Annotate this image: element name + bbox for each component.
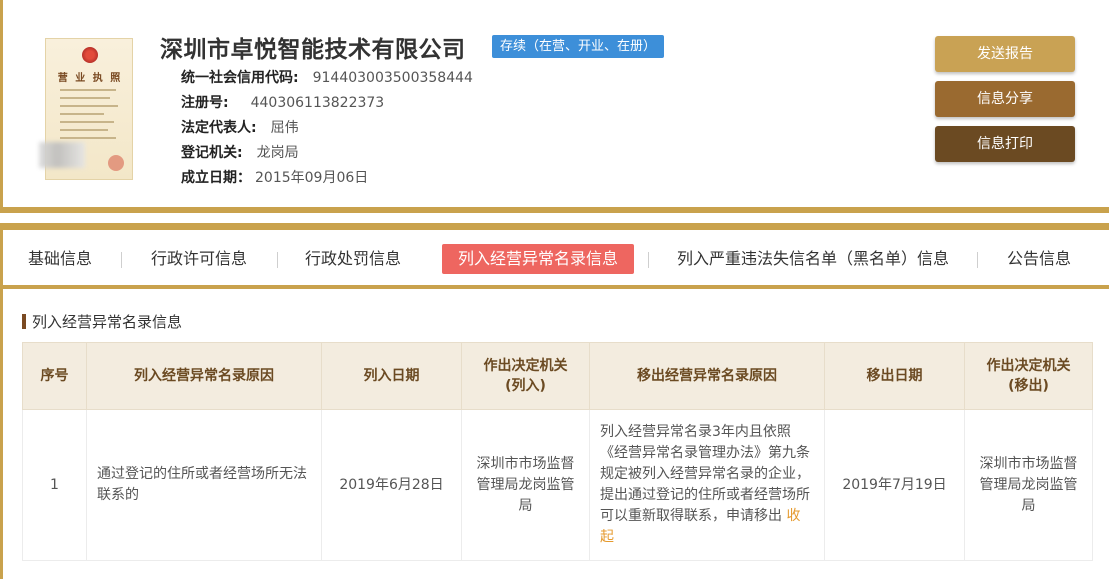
send-report-button[interactable]: 发送报告 xyxy=(935,36,1075,72)
tab-announcements[interactable]: 公告信息 xyxy=(1007,244,1071,274)
header-text: 作出决定机关 xyxy=(483,358,568,374)
license-text-line xyxy=(60,105,118,107)
info-credit-code: 统一社会信用代码: 914403003500358444 xyxy=(181,67,473,87)
reason-out-text: 列入经营异常名录3年内且依照《经营异常名录管理办法》第九条规定被列入经营异常名录… xyxy=(600,424,810,524)
info-registration-authority: 登记机关: 龙岗局 xyxy=(181,142,299,162)
print-info-button[interactable]: 信息打印 xyxy=(935,126,1075,162)
table-row: 1 通过登记的住所或者经营场所无法联系的 2019年6月28日 深圳市市场监督管… xyxy=(22,409,1093,561)
info-value: 屈伟 xyxy=(270,120,299,136)
company-header: 营 业 执 照 深圳市卓悦智能技术有限公司 存续（在营、开业、在册） 统一社会信… xyxy=(0,0,1109,209)
info-label: 登记机关: xyxy=(181,145,243,161)
col-header-authority-out: 作出决定机关 (移出) xyxy=(964,342,1093,410)
tab-admin-license[interactable]: 行政许可信息 xyxy=(151,244,247,274)
table-header-row: 序号 列入经营异常名录原因 列入日期 作出决定机关 (列入) 移出经营异常名录原因… xyxy=(22,342,1093,410)
info-value: 龙岗局 xyxy=(256,145,299,161)
col-header-date-out: 移出日期 xyxy=(824,342,965,410)
spacer xyxy=(0,213,1109,223)
tab-blacklist[interactable]: 列入严重违法失信名单（黑名单）信息 xyxy=(677,244,949,274)
info-legal-representative: 法定代表人: 屈伟 xyxy=(181,117,299,137)
national-emblem-icon xyxy=(82,47,98,63)
col-header-reason-in: 列入经营异常名录原因 xyxy=(86,342,322,410)
info-label: 法定代表人: xyxy=(181,120,257,136)
cell-date-out: 2019年7月19日 xyxy=(824,409,965,561)
info-registration-number: 注册号: 440306113822373 xyxy=(181,92,384,112)
col-header-reason-out: 移出经营异常名录原因 xyxy=(589,342,825,410)
info-label: 统一社会信用代码: xyxy=(181,70,299,86)
tab-separator xyxy=(648,252,649,268)
section-title-text: 列入经营异常名录信息 xyxy=(32,313,183,331)
cell-authority-out: 深圳市市场监督管理局龙岗监管局 xyxy=(964,409,1093,561)
cell-authority-in: 深圳市市场监督管理局龙岗监管局 xyxy=(461,409,590,561)
tab-separator xyxy=(121,252,122,268)
tab-abnormal-operations[interactable]: 列入经营异常名录信息 xyxy=(442,244,635,274)
col-header-date-in: 列入日期 xyxy=(321,342,462,410)
info-establishment-date: 成立日期： 2015年09月06日 xyxy=(181,167,368,187)
tab-separator xyxy=(277,252,278,268)
cell-reason-in: 通过登记的住所或者经营场所无法联系的 xyxy=(86,409,322,561)
info-value: 914403003500358444 xyxy=(312,70,473,86)
header-text: (列入) xyxy=(505,378,546,394)
tab-admin-penalty[interactable]: 行政处罚信息 xyxy=(305,244,401,274)
tab-bar: 基础信息 行政许可信息 行政处罚信息 列入经营异常名录信息 列入严重违法失信名单… xyxy=(0,230,1109,285)
info-value: 440306113822373 xyxy=(250,95,385,111)
info-label: 成立日期： xyxy=(181,170,251,186)
license-title: 营 业 执 照 xyxy=(57,73,123,84)
license-text-line xyxy=(60,113,104,115)
tab-basic-info[interactable]: 基础信息 xyxy=(28,244,92,274)
license-text-line xyxy=(60,137,116,139)
license-seal-icon xyxy=(108,155,124,171)
col-header-authority-in: 作出决定机关 (列入) xyxy=(461,342,590,410)
share-info-button[interactable]: 信息分享 xyxy=(935,81,1075,117)
cell-date-in: 2019年6月28日 xyxy=(321,409,462,561)
header-text: 作出决定机关 xyxy=(986,358,1071,374)
company-name: 深圳市卓悦智能技术有限公司 xyxy=(160,37,466,63)
section-title: 列入经营异常名录信息 xyxy=(22,311,182,332)
info-label: 注册号: xyxy=(181,95,229,111)
license-text-line xyxy=(60,121,114,123)
section-title-marker xyxy=(22,314,26,329)
header-text: (移出) xyxy=(1008,378,1049,394)
cell-reason-out: 列入经营异常名录3年内且依照《经营异常名录管理办法》第九条规定被列入经营异常名录… xyxy=(589,409,825,561)
col-header-index: 序号 xyxy=(22,342,87,410)
license-text-line xyxy=(60,89,116,91)
status-badge: 存续（在营、开业、在册） xyxy=(492,35,665,58)
tabs-divider xyxy=(0,223,1109,230)
license-text-line xyxy=(60,97,110,99)
abnormal-operations-table: 序号 列入经营异常名录原因 列入日期 作出决定机关 (列入) 移出经营异常名录原因… xyxy=(22,342,1093,561)
cell-index: 1 xyxy=(22,409,87,561)
tab-separator xyxy=(977,252,978,268)
info-value: 2015年09月06日 xyxy=(255,170,369,186)
license-text-line xyxy=(60,129,108,131)
blurred-qr-code xyxy=(39,142,85,168)
